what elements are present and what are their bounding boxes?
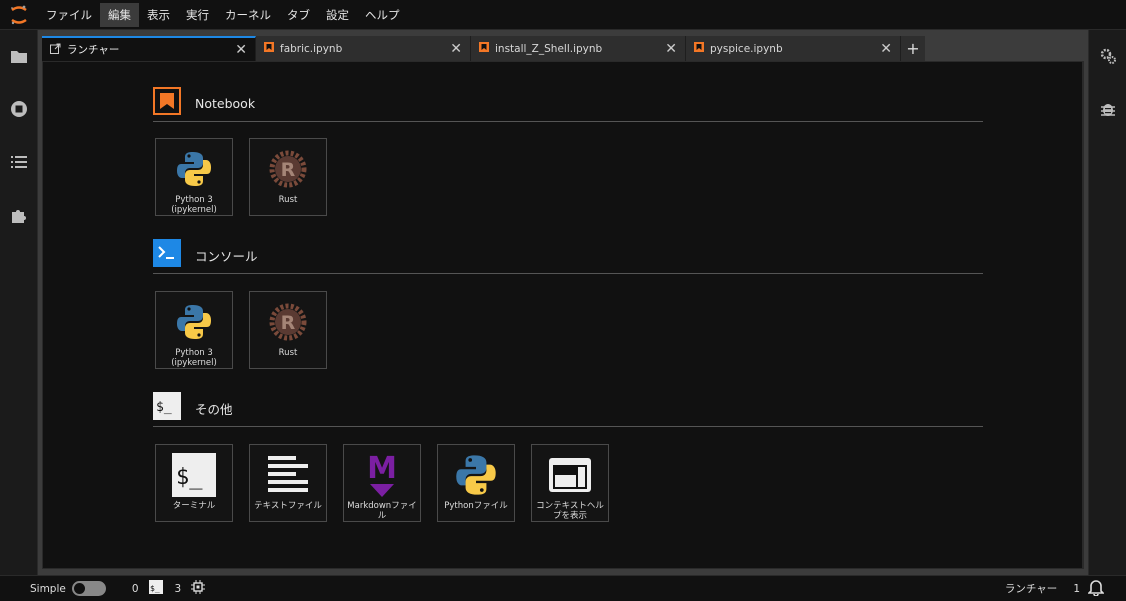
svg-text:$_: $_ (176, 465, 203, 490)
right-sidebar (1088, 30, 1126, 575)
launcher-icon (50, 43, 61, 57)
section-title: Notebook (195, 95, 256, 111)
context-help-icon (546, 451, 594, 499)
notebook-icon (479, 42, 489, 55)
close-icon[interactable]: ✕ (880, 42, 892, 56)
launcher-section-console: コンソール (153, 239, 983, 274)
terminal-count[interactable]: 3 (175, 583, 182, 595)
launcher-card-terminal[interactable]: $_ ターミナル (155, 444, 233, 522)
add-tab-button[interactable]: + (901, 36, 925, 61)
menu-file[interactable]: ファイル (38, 3, 100, 27)
section-divider (153, 273, 983, 274)
launcher-card-text-file[interactable]: テキストファイル (249, 444, 327, 522)
section-divider (153, 426, 983, 427)
main-dock-area: ランチャー ✕ fabric.ipynb ✕ install_Z_Shell.i… (38, 30, 1088, 575)
close-icon[interactable]: ✕ (665, 42, 677, 56)
launcher-card-rust-notebook[interactable]: R Rust (249, 138, 327, 216)
launcher-section-other: $_ その他 (153, 392, 983, 427)
other-section-icon: $_ (153, 392, 181, 424)
tab-launcher[interactable]: ランチャー ✕ (42, 36, 256, 61)
card-label: Rust (278, 348, 298, 358)
tab-notebook[interactable]: pyspice.ipynb ✕ (686, 36, 901, 61)
toc-list-icon[interactable] (9, 152, 29, 172)
launcher-card-python-notebook[interactable]: Python 3 (ipykernel) (155, 138, 233, 216)
card-label: Python 3 (ipykernel) (171, 195, 217, 215)
launcher-panel: Notebook Python 3 (ipykernel) R Rust コンソ… (42, 61, 1084, 569)
menu-kernel[interactable]: カーネル (217, 3, 279, 27)
tab-label: install_Z_Shell.ipynb (495, 42, 603, 55)
card-label: Pythonファイル (444, 501, 508, 511)
rust-logo-icon: R (264, 145, 312, 193)
svg-text:$_: $_ (156, 400, 172, 415)
launcher-card-python-console[interactable]: Python 3 (ipykernel) (155, 291, 233, 369)
current-activity: ランチャー (1004, 583, 1058, 595)
menu-view[interactable]: 表示 (139, 3, 178, 27)
launcher-card-markdown-file[interactable]: M Markdownファイル (343, 444, 421, 522)
card-label: テキストファイル (254, 501, 322, 511)
terminal-status-icon: $_ (148, 580, 163, 597)
card-label: コンテキストヘルプを表示 (536, 501, 604, 521)
notification-bell-icon[interactable] (1087, 578, 1105, 599)
section-title: コンソール (195, 248, 258, 264)
notebook-icon (694, 42, 704, 55)
property-inspector-gears-icon[interactable] (1098, 46, 1118, 66)
folder-icon[interactable] (9, 46, 29, 66)
launcher-card-rust-console[interactable]: R Rust (249, 291, 327, 369)
kernel-chip-icon[interactable] (191, 580, 206, 597)
card-label: ターミナル (172, 501, 216, 511)
tab-notebook[interactable]: fabric.ipynb ✕ (256, 36, 471, 61)
svg-text:R: R (281, 312, 296, 334)
text-file-icon (264, 451, 312, 499)
tab-bar: ランチャー ✕ fabric.ipynb ✕ install_Z_Shell.i… (42, 36, 925, 61)
launcher-card-context-help[interactable]: コンテキストヘルプを表示 (531, 444, 609, 522)
extension-puzzle-icon[interactable] (9, 205, 29, 225)
svg-text:R: R (281, 159, 296, 181)
rust-logo-icon: R (264, 298, 312, 346)
card-label: Rust (278, 195, 298, 205)
tab-label: fabric.ipynb (280, 42, 343, 55)
section-title: その他 (195, 401, 233, 417)
notebook-icon (264, 42, 274, 55)
python-logo-icon (452, 451, 500, 499)
menu-tabs[interactable]: タブ (279, 3, 318, 27)
debugger-bug-icon[interactable] (1098, 99, 1118, 119)
card-label: Markdownファイル (347, 501, 417, 521)
kernel-count[interactable]: 0 (132, 583, 139, 595)
tab-label: pyspice.ipynb (710, 42, 783, 55)
left-sidebar (0, 30, 38, 575)
menu-help[interactable]: ヘルプ (357, 3, 408, 27)
tab-label: ランチャー (67, 44, 120, 56)
status-bar: Simple 0 $_ 3 ランチャー 1 (0, 575, 1126, 601)
scrollbar[interactable] (1082, 62, 1083, 568)
menu-bar: ファイル 編集 表示 実行 カーネル タブ 設定 ヘルプ (0, 0, 1126, 30)
console-section-icon (153, 239, 181, 271)
simple-mode-label: Simple (30, 582, 66, 595)
terminal-icon: $_ (170, 451, 218, 499)
svg-text:$_: $_ (150, 584, 160, 593)
running-stop-icon[interactable] (9, 99, 29, 119)
close-icon[interactable]: ✕ (235, 43, 247, 57)
menu-settings[interactable]: 設定 (318, 3, 357, 27)
card-label: Python 3 (ipykernel) (171, 348, 217, 368)
simple-mode-toggle[interactable] (71, 581, 106, 596)
section-divider (153, 121, 983, 122)
launcher-card-python-file[interactable]: Pythonファイル (437, 444, 515, 522)
svg-text:M: M (367, 452, 397, 486)
notification-count: 1 (1073, 582, 1080, 595)
menu-edit[interactable]: 編集 (100, 2, 139, 27)
notebook-section-icon (153, 87, 181, 119)
markdown-icon: M (358, 451, 406, 499)
jupyter-logo-icon (0, 0, 38, 30)
launcher-section-notebook: Notebook (153, 87, 983, 122)
python-logo-icon (170, 145, 218, 193)
menu-run[interactable]: 実行 (178, 3, 217, 27)
tab-notebook[interactable]: install_Z_Shell.ipynb ✕ (471, 36, 686, 61)
python-logo-icon (170, 298, 218, 346)
close-icon[interactable]: ✕ (450, 42, 462, 56)
